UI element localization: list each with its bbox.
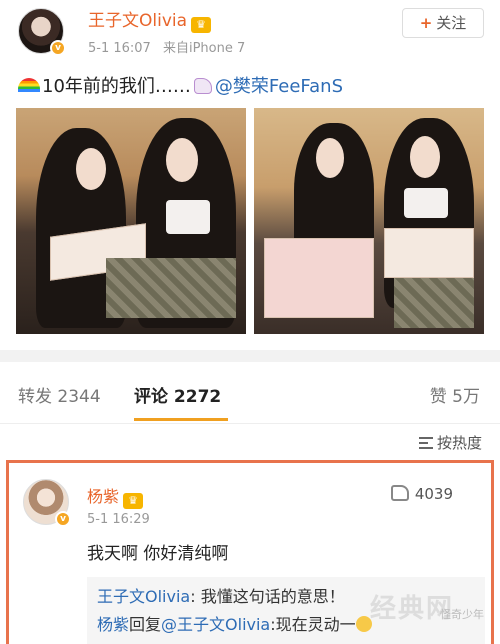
verified-badge-icon: v [50,40,66,56]
post-photo-2[interactable] [254,108,484,334]
rainbow-icon [18,78,40,92]
author-name-label: 王子文Olivia [88,11,188,31]
reply-mention[interactable]: @王子文Olivia [161,615,270,634]
reply-text: :现在灵动一 [270,615,356,634]
unicorn-icon [193,78,212,94]
photo-skirt [394,278,474,328]
crown-icon: ♛ [123,493,144,509]
sort-label: 按热度 [436,434,482,452]
follow-label: 关注 [436,14,467,32]
tab-comment[interactable]: 评论 2272 [134,382,221,407]
comment-text: 我天啊 你好清纯啊 [87,544,229,564]
tab-bar: 转发 2344 评论 2272 赞 5万 [0,362,500,424]
photo-collar [166,200,210,234]
reply-mid: 回复 [129,615,162,634]
post-timestamp: 5-1 16:07 [88,41,151,56]
reply-text: : 我懂这句话的意思！ [190,587,345,606]
reply-author[interactable]: 王子文Olivia [97,587,190,606]
photo-face [410,136,440,178]
comment-avatar[interactable]: v [23,479,71,527]
post-text: 10年前的我们…… @樊荣FeeFanS [18,72,343,98]
thumb-up-icon [390,485,409,501]
mention-link[interactable]: @樊荣FeeFanS [215,76,343,97]
tab-repost[interactable]: 转发 2344 [18,382,101,407]
comment-like-button[interactable]: 4039 [390,485,453,503]
post-meta: 5-1 16:07 来自iPhone 7 [88,37,245,56]
post-header: v 王子文Olivia ♛ 5-1 16:07 来自iPhone 7 + 关注 [0,0,500,62]
verified-badge-icon: v [55,511,71,527]
tab-active-indicator [134,418,228,421]
photo-magazine [264,238,374,318]
watermark-small: 怪奇少年 [440,608,484,621]
follow-button[interactable]: + 关注 [402,8,484,38]
crown-icon: ♛ [191,17,212,33]
author-name[interactable]: 王子文Olivia ♛ [88,6,212,33]
tab-like[interactable]: 赞 5万 [430,382,480,407]
comment-like-count: 4039 [414,485,453,503]
photo-magazine [384,228,474,278]
comment-timestamp: 5-1 16:29 [87,512,150,527]
post-photo-1[interactable] [16,108,246,334]
comment-author[interactable]: 杨紫 ♛ [87,483,144,509]
section-divider [0,350,500,362]
photo-skirt [106,258,236,318]
comment-author-label: 杨紫 [87,487,120,506]
photo-face [166,138,198,182]
photo-collar [404,188,448,218]
avatar[interactable]: v [18,8,66,56]
plus-icon: + [419,14,433,32]
sort-row: 按热度 [0,424,500,458]
sort-icon [418,437,433,449]
photo-face [76,148,106,190]
post-source: 来自iPhone 7 [162,41,246,56]
reply-author[interactable]: 杨紫 [97,615,129,634]
photo-face [316,138,344,178]
sort-by-hot-button[interactable]: 按热度 [418,432,482,453]
post-text-main: 10年前的我们…… [42,76,191,97]
